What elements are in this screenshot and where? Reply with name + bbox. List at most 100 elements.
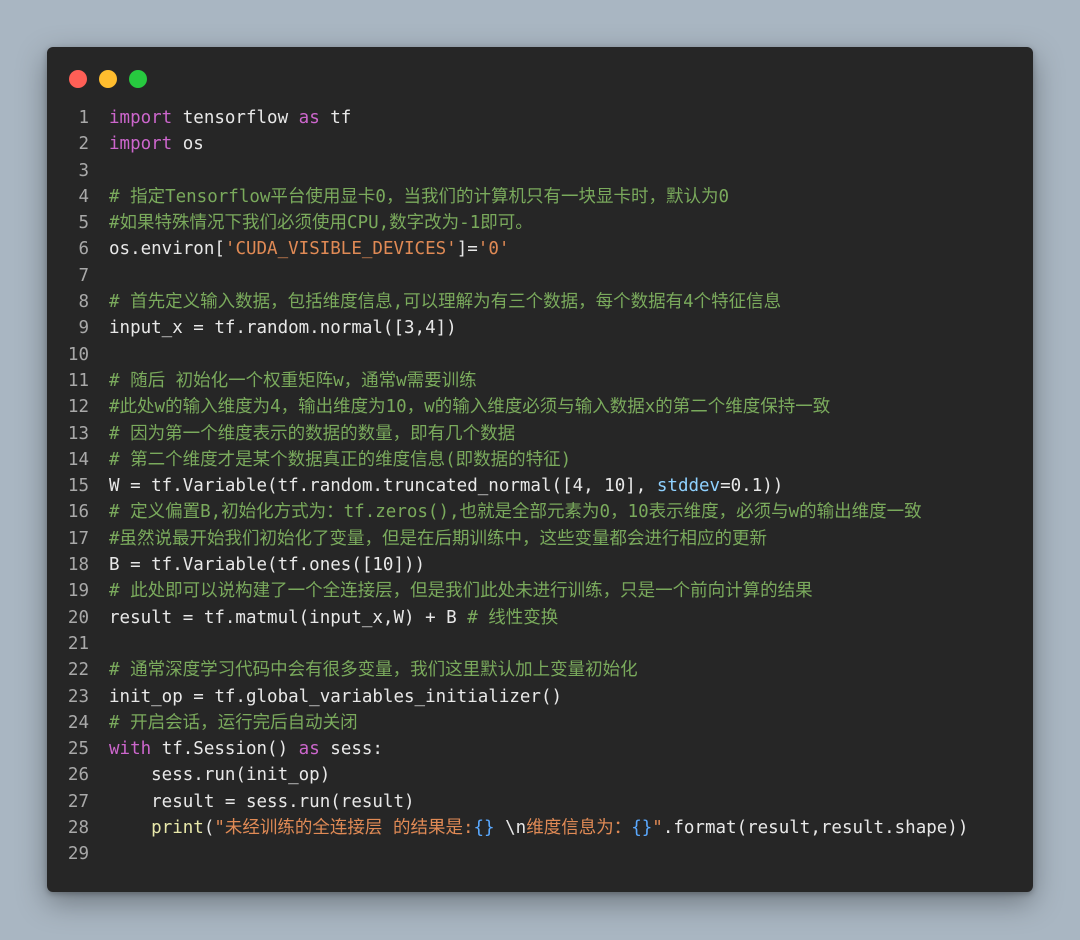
line-number: 1 (78, 108, 89, 128)
code-token: stddev (656, 476, 721, 497)
code-token: print (151, 818, 204, 839)
code-token: # 线性变换 (467, 607, 559, 628)
code-line: 15 W = tf.Variable(tf.random.truncated_no… (47, 473, 1033, 499)
code-text: # 因为第一个维度表示的数据的数量，即有几个数据 (109, 421, 515, 447)
code-token: W = tf.Variable(tf.random.truncated_norm… (109, 476, 657, 497)
code-text: #虽然说最开始我们初始化了变量，但是在后期训练中，这些变量都会进行相应的更新 (109, 526, 767, 552)
code-editor[interactable]: 1 import tensorflow as tf 2 import os 3 4 # 指定… (47, 105, 1033, 868)
code-token: 'CUDA_VISIBLE_DEVICES' (224, 239, 457, 260)
code-line: 28 print("未经训练的全连接层 的结果是:{} \n维度信息为：{}".… (47, 815, 1033, 841)
line-number: 19 (67, 581, 89, 602)
code-text: # 此处即可以说构建了一个全连接层，但是我们此处未进行训练，只是一个前向计算的结… (109, 578, 813, 604)
maximize-dot-icon[interactable] (129, 70, 147, 88)
line-number: 22 (67, 660, 89, 681)
code-token: # 此处即可以说构建了一个全连接层，但是我们此处未进行训练，只是一个前向计算的结… (109, 581, 813, 602)
code-token: # 因为第一个维度表示的数据的数量，即有几个数据 (109, 423, 516, 444)
code-token: os (172, 134, 204, 155)
code-text: #如果特殊情况下我们必须使用CPU,数字改为-1即可。 (109, 210, 533, 236)
line-number: 18 (67, 555, 89, 576)
close-dot-icon[interactable] (69, 70, 87, 88)
line-number: 5 (78, 213, 89, 234)
line-number: 2 (78, 134, 89, 155)
code-text: os.environ['CUDA_VISIBLE_DEVICES']='0' (109, 236, 509, 262)
code-line: 22 # 通常深度学习代码中会有很多变量，我们这里默认加上变量初始化 (47, 657, 1033, 683)
line-number: 29 (67, 844, 89, 865)
code-token: # 首先定义输入数据，包括维度信息,可以理解为有三个数据，每个数据有4个特征信息 (109, 292, 782, 313)
code-text: import tensorflow as tf (109, 105, 351, 131)
code-line: 10 (47, 342, 1033, 368)
code-token: {} (631, 818, 653, 839)
code-line: 9 input_x = tf.random.normal([3,4]) (47, 315, 1033, 341)
code-text: print("未经训练的全连接层 的结果是:{} \n维度信息为：{}".for… (109, 815, 968, 841)
code-token: input_x = tf.random.normal([3,4]) (109, 318, 457, 339)
code-line: 25 with tf.Session() as sess: (47, 736, 1033, 762)
code-token: =0.1)) (720, 476, 784, 497)
code-text: # 开启会话，运行完后自动关闭 (109, 710, 358, 736)
code-line: 4 # 指定Tensorflow平台使用显卡0，当我们的计算机只有一块显卡时，默认… (47, 184, 1033, 210)
line-number: 27 (67, 791, 89, 812)
code-token: import (109, 134, 173, 155)
code-token: # 开启会话，运行完后自动关闭 (109, 712, 358, 733)
code-line: 27 result = sess.run(result) (47, 789, 1033, 815)
line-number: 10 (67, 344, 89, 365)
code-token: B = tf.Variable(tf.ones([10])) (109, 555, 426, 576)
code-line: 14 # 第二个维度才是某个数据真正的维度信息(即数据的特征) (47, 447, 1033, 473)
code-token: '0' (477, 239, 510, 260)
code-line: 7 (47, 263, 1033, 289)
code-line: 20 result = tf.matmul(input_x,W) + B # 线性… (47, 605, 1033, 631)
code-text: # 定义偏置B,初始化方式为：tf.zeros(),也就是全部元素为0，10表示… (109, 499, 922, 525)
code-token: sess: (319, 739, 383, 760)
code-text: #此处w的输入维度为4，输出维度为10，w的输入维度必须与输入数据x的第二个维度… (109, 394, 830, 420)
minimize-dot-icon[interactable] (99, 70, 117, 88)
code-text: # 第二个维度才是某个数据真正的维度信息(即数据的特征) (109, 447, 571, 473)
code-token: "未经训练的全连接层 的结果是: (214, 818, 474, 839)
code-line: 1 import tensorflow as tf (47, 105, 1033, 131)
code-line: 13 # 因为第一个维度表示的数据的数量，即有几个数据 (47, 421, 1033, 447)
code-token: ( (203, 818, 215, 839)
code-text: sess.run(init_op) (109, 762, 330, 788)
code-line: 26 sess.run(init_op) (47, 762, 1033, 788)
code-text: with tf.Session() as sess: (109, 736, 383, 762)
line-number: 8 (78, 292, 89, 313)
code-line: 12 #此处w的输入维度为4，输出维度为10，w的输入维度必须与输入数据x的第二个… (47, 394, 1033, 420)
window-controls (69, 70, 147, 88)
code-line: 24 # 开启会话，运行完后自动关闭 (47, 710, 1033, 736)
code-token: 维度信息为： (526, 818, 632, 839)
code-token: result = sess.run(result) (109, 791, 415, 812)
code-line: 6 os.environ['CUDA_VISIBLE_DEVICES']='0' (47, 236, 1033, 262)
line-number: 9 (78, 318, 89, 339)
line-number: 21 (67, 633, 89, 654)
line-number: 26 (67, 765, 89, 786)
code-token: os.environ[ (109, 239, 225, 260)
code-line: 2 import os (47, 131, 1033, 157)
line-number: 24 (67, 712, 89, 733)
line-number: 14 (67, 449, 89, 470)
code-token: # 定义偏置B,初始化方式为：tf.zeros(),也就是全部元素为0，10表示… (109, 502, 922, 523)
code-token: as (298, 108, 320, 128)
code-text: result = sess.run(result) (109, 789, 415, 815)
code-token: # 通常深度学习代码中会有很多变量，我们这里默认加上变量初始化 (109, 660, 638, 681)
code-line: 11 # 随后 初始化一个权重矩阵w，通常w需要训练 (47, 368, 1033, 394)
code-token: with (109, 739, 152, 760)
code-text: # 通常深度学习代码中会有很多变量，我们这里默认加上变量初始化 (109, 657, 638, 683)
code-text: # 指定Tensorflow平台使用显卡0，当我们的计算机只有一块显卡时，默认为… (109, 184, 729, 210)
code-text: # 首先定义输入数据，包括维度信息,可以理解为有三个数据，每个数据有4个特征信息 (109, 289, 781, 315)
code-token: #此处w的输入维度为4，输出维度为10，w的输入维度必须与输入数据x的第二个维度… (109, 397, 831, 418)
code-token: as (298, 739, 320, 760)
line-number: 25 (67, 739, 89, 760)
code-text: result = tf.matmul(input_x,W) + B # 线性变换 (109, 605, 558, 631)
code-token: #如果特殊情况下我们必须使用CPU,数字改为-1即可。 (109, 213, 533, 234)
code-token: sess.run(init_op) (109, 765, 331, 786)
code-token: # 第二个维度才是某个数据真正的维度信息(即数据的特征) (109, 449, 572, 470)
code-line: 18 B = tf.Variable(tf.ones([10])) (47, 552, 1033, 578)
code-token: #虽然说最开始我们初始化了变量，但是在后期训练中，这些变量都会进行相应的更新 (109, 528, 768, 549)
line-number: 11 (67, 370, 89, 391)
line-number: 23 (67, 686, 89, 707)
code-token: " (652, 818, 663, 839)
line-number: 12 (67, 397, 89, 418)
line-number: 17 (67, 528, 89, 549)
code-token: import (109, 108, 173, 128)
code-line: 23 init_op = tf.global_variables_initiali… (47, 684, 1033, 710)
